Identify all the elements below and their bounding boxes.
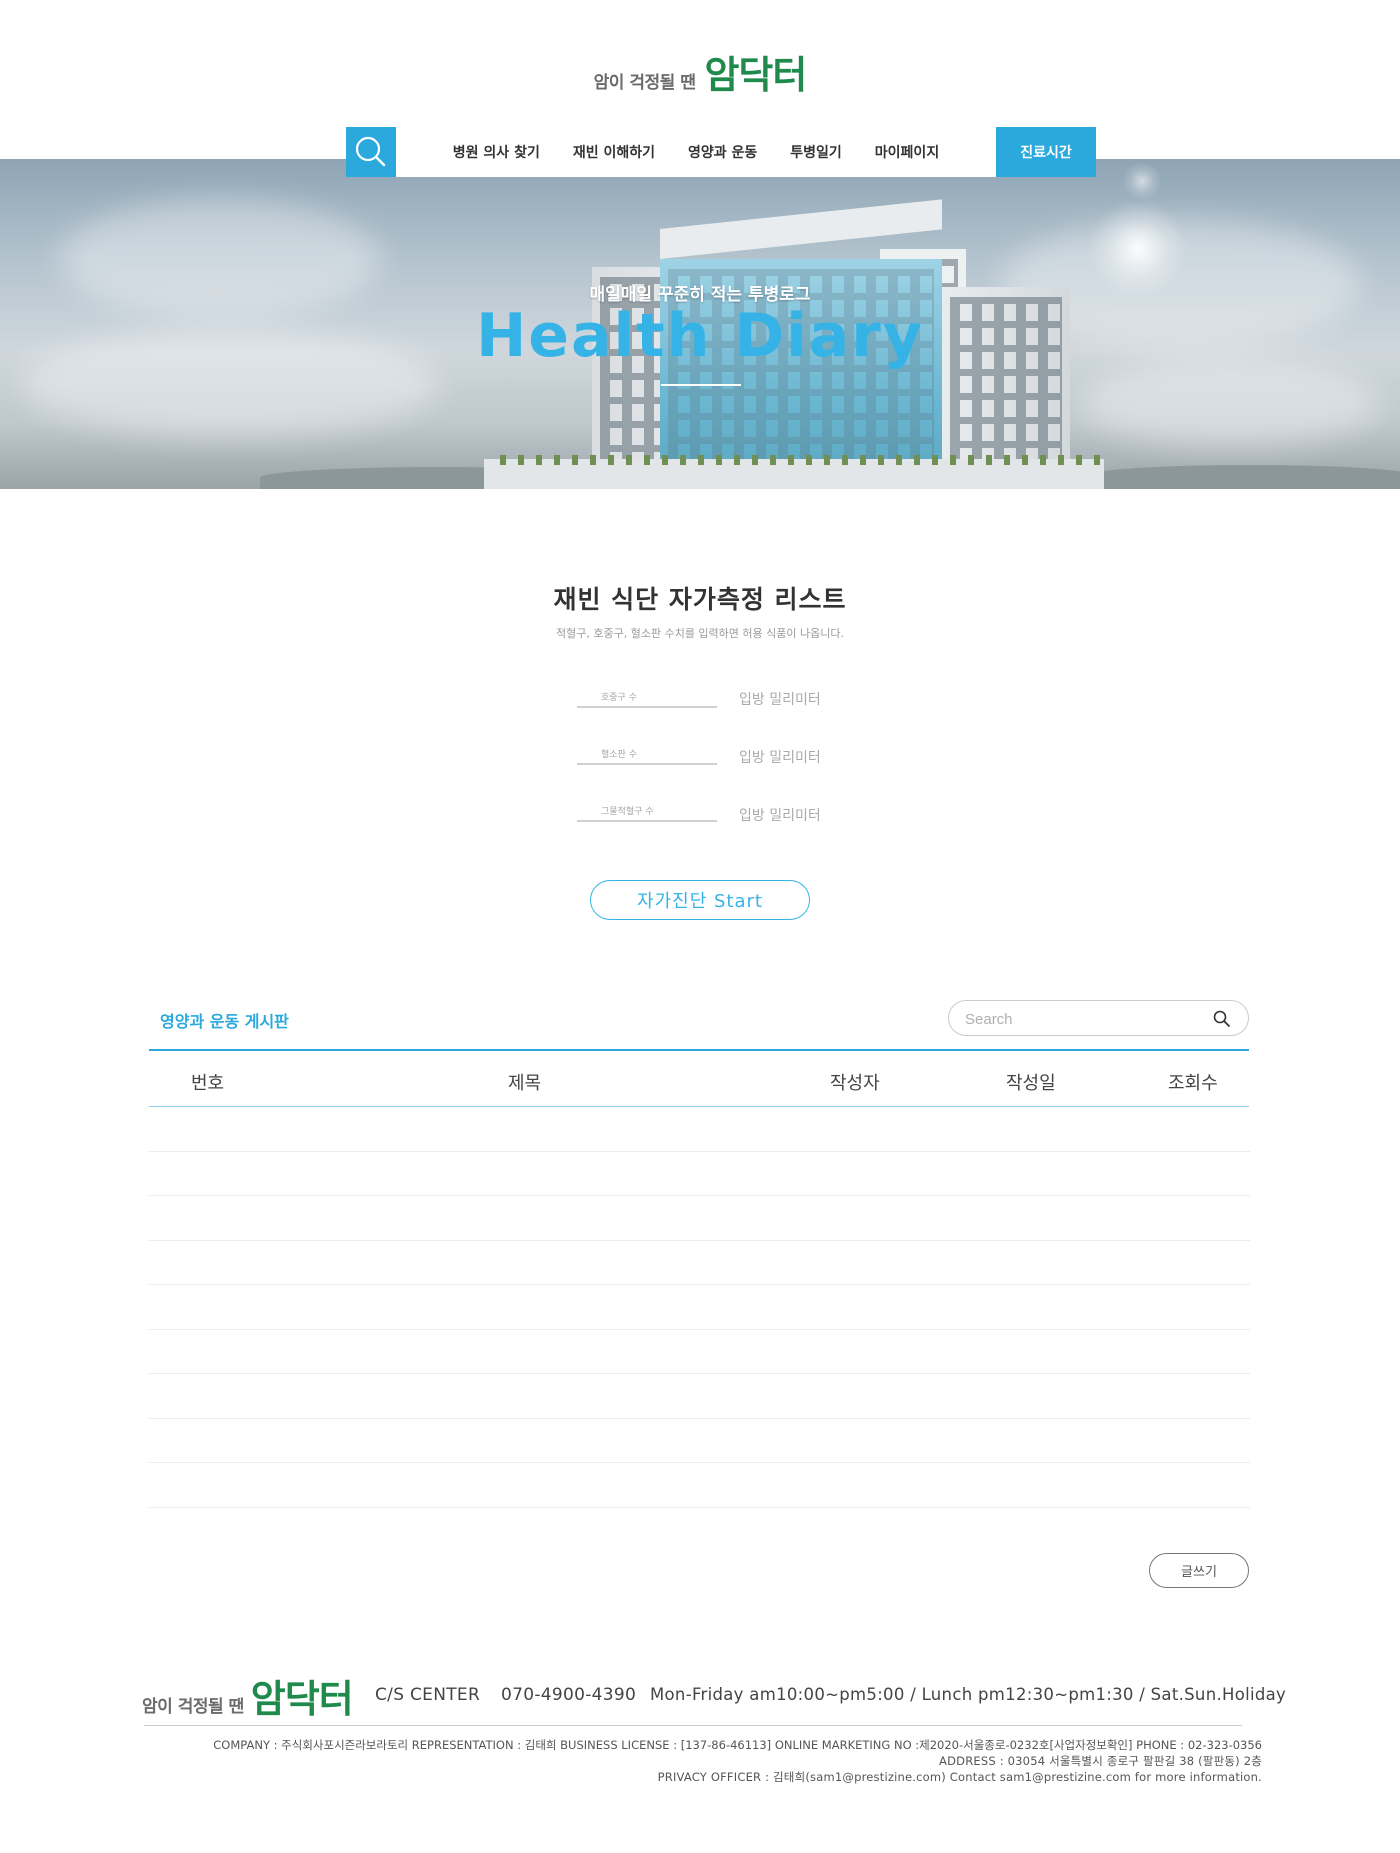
write-post-button[interactable]: 글쓰기 bbox=[1149, 1553, 1249, 1588]
nav-search-button[interactable] bbox=[346, 127, 396, 177]
hero-banner: 매일매일 꾸준히 적는 투병로그 Health Diary bbox=[0, 159, 1400, 489]
table-row[interactable] bbox=[149, 1285, 1250, 1330]
field-placeholder: 혈소판 수 bbox=[601, 750, 637, 760]
main-nav: 병원 의사 찾기 재빈 이해하기 영양과 운동 투병일기 마이페이지 진료시간 bbox=[346, 127, 1096, 177]
table-row[interactable] bbox=[149, 1241, 1250, 1285]
logo-tagline: 암이 걱정될 땐 bbox=[593, 73, 696, 93]
footer-cs-label: C/S CENTER bbox=[375, 1685, 481, 1705]
table-row[interactable] bbox=[149, 1152, 1250, 1196]
footer-logo-tagline: 암이 걱정될 땐 bbox=[142, 1697, 244, 1717]
form-description: 적혈구, 호중구, 혈소판 수치를 입력하면 허용 식품이 나옵니다. bbox=[556, 627, 844, 640]
nav-item-health-diary[interactable]: 투병일기 bbox=[790, 142, 842, 162]
logo-brand: 암닥터 bbox=[704, 53, 807, 97]
site-logo[interactable]: 암이 걱정될 땐 암닥터 bbox=[0, 44, 1400, 99]
footer-logo[interactable]: 암이 걱정될 땐 암닥터 bbox=[142, 1668, 354, 1723]
nav-menu: 병원 의사 찾기 재빈 이해하기 영양과 운동 투병일기 마이페이지 bbox=[396, 127, 996, 177]
board-search-box bbox=[948, 1000, 1249, 1036]
self-test-start-button[interactable]: 자가진단 Start bbox=[590, 880, 810, 920]
footer-hours: Mon-Friday am10:00~pm5:00 / Lunch pm12:3… bbox=[650, 1685, 1287, 1704]
board-table-header: 번호 제목 작성자 작성일 조회수 bbox=[149, 1051, 1249, 1107]
footer-privacy: PRIVACY OFFICER : 김태희(sam1@prestizine.co… bbox=[657, 1770, 1262, 1784]
column-header-date: 작성일 bbox=[1006, 1073, 1056, 1094]
reticulocyte-count-field[interactable]: 그물적혈구 수 bbox=[577, 802, 717, 822]
clinic-hours-button[interactable]: 진료시간 bbox=[996, 127, 1096, 177]
table-row[interactable] bbox=[149, 1196, 1250, 1241]
search-icon[interactable] bbox=[1212, 1009, 1232, 1029]
column-header-number: 번호 bbox=[191, 1073, 225, 1094]
field-placeholder: 호중구 수 bbox=[601, 693, 637, 703]
table-row[interactable] bbox=[149, 1330, 1250, 1374]
nav-item-mypage[interactable]: 마이페이지 bbox=[875, 142, 939, 162]
board-table-body bbox=[149, 1107, 1250, 1508]
hero-divider bbox=[661, 384, 741, 386]
table-row[interactable] bbox=[149, 1419, 1250, 1463]
footer-address: ADDRESS : 03054 서울특별시 종로구 팔판길 38 (팔판동) 2… bbox=[939, 1754, 1262, 1768]
table-row[interactable] bbox=[149, 1107, 1250, 1152]
field-unit: 입방 밀리미터 bbox=[739, 808, 821, 824]
neutrophil-count-field[interactable]: 호중구 수 bbox=[577, 688, 717, 708]
footer-divider bbox=[144, 1725, 1242, 1726]
table-row[interactable] bbox=[149, 1374, 1250, 1419]
search-icon bbox=[355, 136, 386, 167]
footer-company-info: COMPANY : 주식회사포시즌라보라토리 REPRESENTATION : … bbox=[213, 1738, 1262, 1752]
nav-item-understand-anemia[interactable]: 재빈 이해하기 bbox=[573, 142, 655, 162]
field-unit: 입방 밀리미터 bbox=[739, 692, 821, 708]
footer-phone: 070-4900-4390 bbox=[501, 1685, 637, 1705]
table-row[interactable] bbox=[149, 1463, 1250, 1508]
column-header-views: 조회수 bbox=[1168, 1073, 1218, 1094]
field-unit: 입방 밀리미터 bbox=[739, 750, 821, 766]
hero-title: Health Diary bbox=[476, 301, 924, 371]
column-header-title: 제목 bbox=[508, 1073, 542, 1094]
column-header-author: 작성자 bbox=[830, 1073, 880, 1094]
field-placeholder: 그물적혈구 수 bbox=[601, 807, 654, 817]
footer-logo-brand: 암닥터 bbox=[250, 1677, 354, 1721]
platelet-count-field[interactable]: 혈소판 수 bbox=[577, 745, 717, 765]
form-title: 재빈 식단 자가측정 리스트 bbox=[553, 585, 847, 614]
board-search-input[interactable] bbox=[965, 1009, 1205, 1029]
board-title: 영양과 운동 게시판 bbox=[160, 1012, 289, 1031]
nav-item-nutrition-exercise[interactable]: 영양과 운동 bbox=[688, 142, 757, 162]
nav-item-find-doctor[interactable]: 병원 의사 찾기 bbox=[453, 142, 540, 162]
